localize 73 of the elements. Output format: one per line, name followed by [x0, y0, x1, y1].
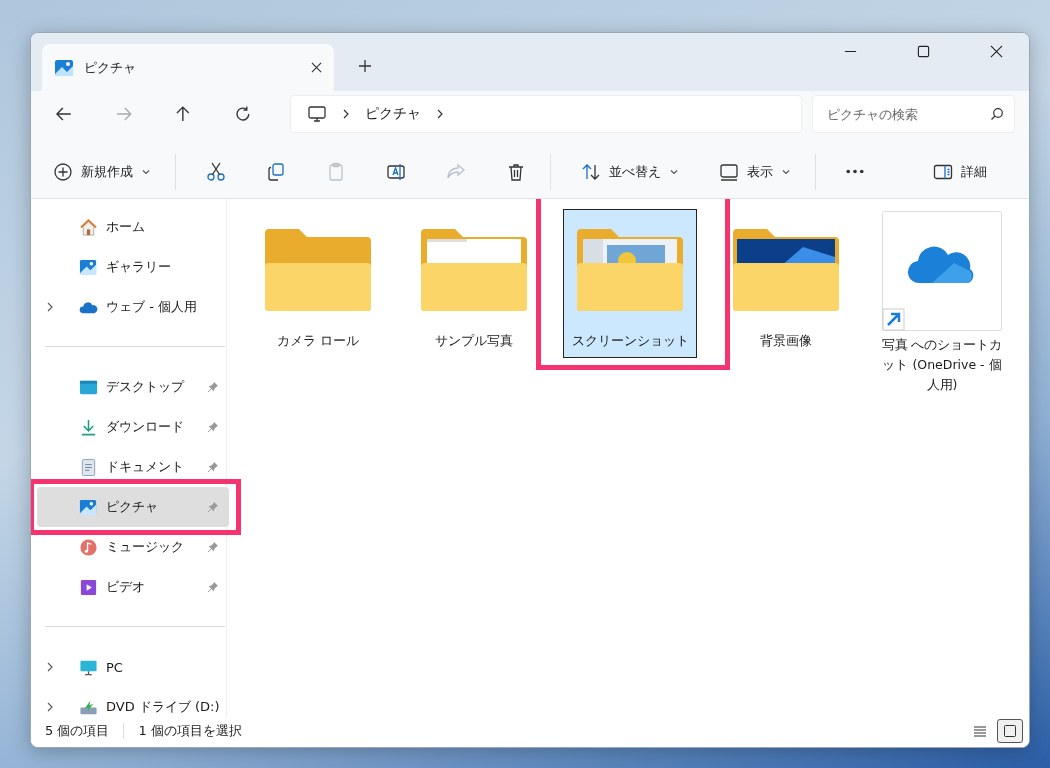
sidebar-item[interactable]: ウェブ - 個人用	[37, 287, 230, 327]
file-name: カメラ ロール	[276, 332, 360, 350]
refresh-icon[interactable]	[234, 105, 252, 123]
sidebar-item[interactable]: DVD ドライブ (D:)	[37, 687, 230, 717]
close-icon[interactable]	[990, 45, 1003, 58]
chevron-right-icon[interactable]	[45, 662, 55, 672]
folder-icon	[265, 227, 371, 311]
sort-button[interactable]: 並べ替え	[571, 152, 689, 191]
music-note-icon	[79, 537, 98, 557]
sidebar-item[interactable]: ホーム	[37, 207, 230, 247]
address-bar[interactable]: ピクチャ	[289, 95, 802, 133]
sidebar-item[interactable]: ミュージック	[37, 527, 230, 567]
pin-icon[interactable]	[207, 461, 220, 473]
folder-item[interactable]: サンプル写真	[407, 209, 541, 358]
folder-item[interactable]: スクリーンショット	[563, 209, 697, 358]
sidebar-item[interactable]: ドキュメント	[37, 447, 230, 487]
cloud-shortcut-icon	[882, 211, 1002, 331]
view-icon	[719, 161, 739, 182]
sidebar-item[interactable]: デスクトップ	[37, 367, 230, 407]
pin-icon[interactable]	[207, 381, 220, 393]
file-name: サンプル写真	[434, 332, 514, 350]
monitor-icon	[306, 104, 327, 124]
rename-icon	[386, 161, 406, 182]
chevron-right-icon[interactable]	[45, 702, 55, 712]
folder-item[interactable]: カメラ ロール	[251, 209, 385, 358]
file-name: 背景画像	[759, 332, 813, 350]
folder-icon	[733, 227, 839, 311]
video-icon	[79, 577, 98, 597]
list-view-icon	[973, 724, 987, 738]
download-icon	[79, 417, 98, 437]
picture-icon	[79, 257, 98, 277]
selection-count: 1 個の項目を選択	[138, 722, 242, 740]
search-field[interactable]: ピクチャの検索	[826, 106, 990, 122]
trash-icon	[506, 161, 526, 182]
new-tab-icon[interactable]	[358, 59, 372, 73]
search-box[interactable]: ピクチャの検索	[811, 95, 1015, 133]
pin-icon[interactable]	[207, 581, 220, 593]
chevron-right-icon[interactable]	[45, 302, 55, 312]
file-name: 写真 へのショートカット (OneDrive - 個人用)	[880, 336, 1004, 394]
copy-icon	[266, 161, 286, 182]
new-button[interactable]: 新規作成	[43, 152, 161, 191]
maximize-icon[interactable]	[917, 45, 930, 58]
sidebar-item[interactable]: PC	[37, 647, 230, 687]
picture-icon	[79, 497, 98, 517]
scissors-icon	[206, 161, 226, 182]
file-name: スクリーンショット	[570, 332, 690, 350]
pin-icon[interactable]	[207, 421, 220, 433]
pin-icon[interactable]	[207, 541, 220, 553]
folder-icon	[577, 227, 683, 311]
tab-title: ピクチャ	[84, 58, 137, 77]
tiles-view-button[interactable]	[997, 719, 1023, 743]
shortcut-item[interactable]: 写真 へのショートカット (OneDrive - 個人用)	[875, 209, 1009, 402]
item-count: 5 個の項目	[45, 722, 110, 740]
view-button[interactable]: 表示	[709, 152, 801, 191]
document-icon	[79, 457, 98, 477]
folder-item[interactable]: 背景画像	[719, 209, 853, 358]
sidebar-item[interactable]: ピクチャ	[37, 487, 230, 527]
folder-tab[interactable]: ピクチャ	[42, 44, 334, 91]
breadcrumb[interactable]: ピクチャ	[364, 105, 421, 123]
picture-icon	[54, 57, 74, 78]
house-icon	[79, 217, 98, 237]
sidebar-item[interactable]: ビデオ	[37, 567, 230, 607]
more-icon	[846, 169, 864, 174]
sidebar-item[interactable]: ダウンロード	[37, 407, 230, 447]
back-arrow-icon[interactable]	[55, 105, 73, 123]
tiles-view-icon	[1003, 724, 1017, 738]
details-button[interactable]: 詳細	[923, 152, 997, 191]
close-icon[interactable]	[311, 62, 322, 73]
search-icon[interactable]	[989, 107, 1004, 121]
plus-circle-icon	[53, 161, 73, 182]
clipboard-icon	[326, 161, 346, 182]
sidebar-item[interactable]: ギャラリー	[37, 247, 230, 287]
folder-icon	[421, 227, 527, 311]
